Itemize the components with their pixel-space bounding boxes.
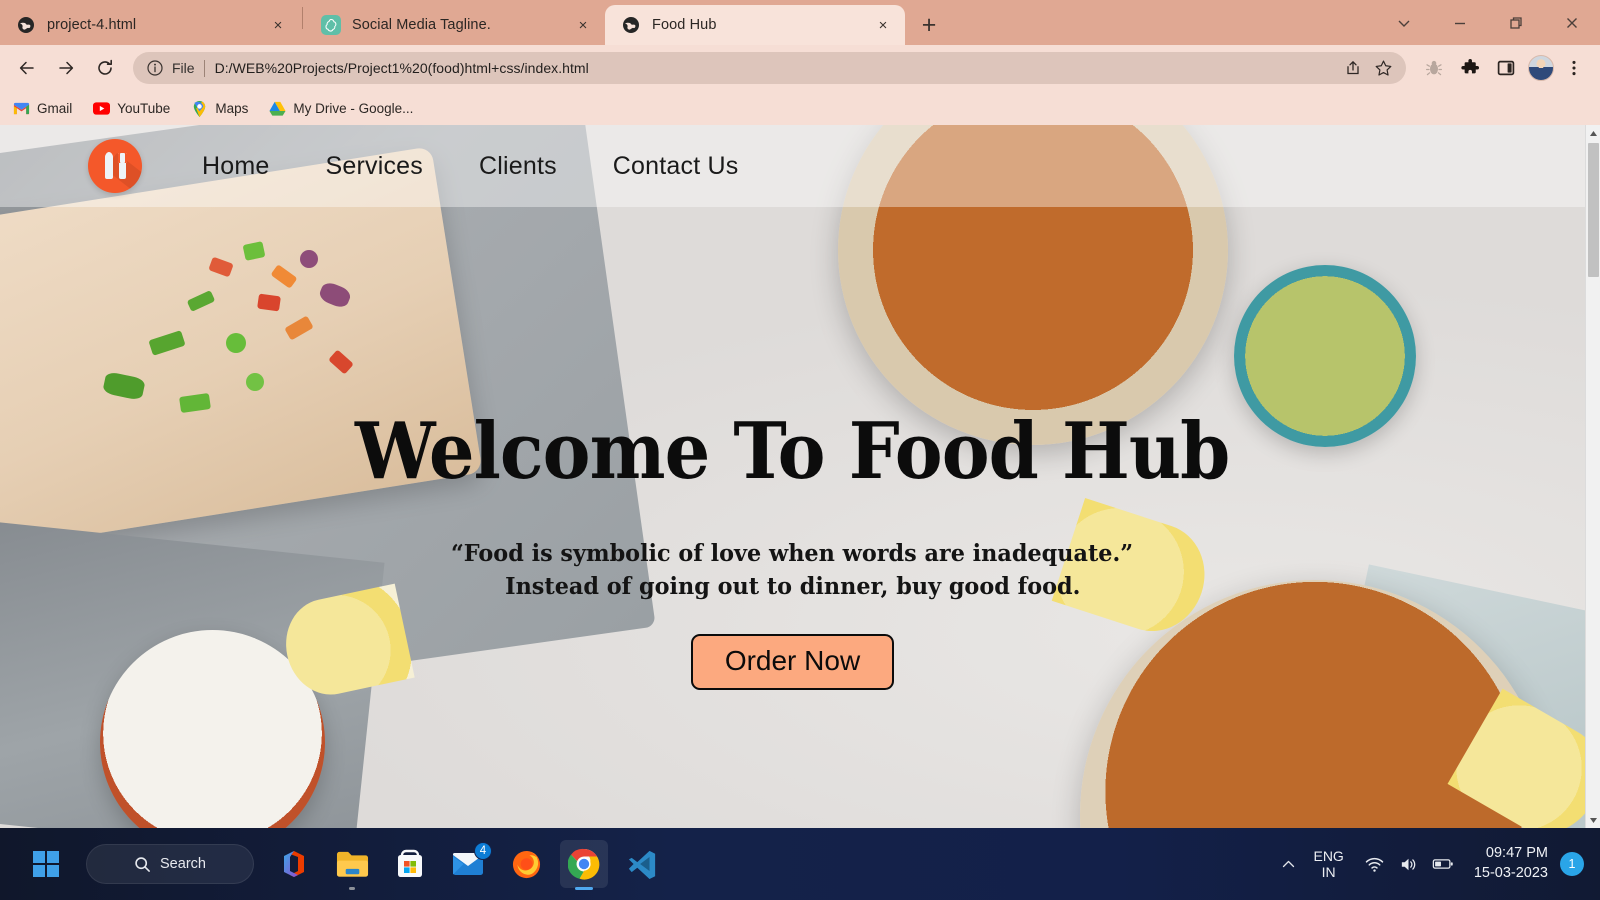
hero-subtitle-line-2: Instead of going out to dinner, buy good… xyxy=(504,572,1081,601)
bookmarks-bar: Gmail YouTube Maps My Drive - Google... xyxy=(0,91,1600,125)
tab-title: Social Media Tagline. xyxy=(352,17,491,33)
maps-icon xyxy=(191,100,208,117)
language-indicator[interactable]: ENG IN xyxy=(1313,848,1343,880)
minimize-icon[interactable] xyxy=(1432,0,1488,45)
order-now-button[interactable]: Order Now xyxy=(690,633,895,690)
tab-project-4[interactable]: project-4.html × xyxy=(0,5,300,45)
language-line-1: ENG xyxy=(1313,847,1344,864)
tab-social-media-tagline[interactable]: Social Media Tagline. × xyxy=(305,5,605,45)
tab-title: project-4.html xyxy=(47,17,137,33)
office-icon[interactable] xyxy=(270,840,318,888)
vscode-icon[interactable] xyxy=(618,840,666,888)
browser-toolbar: File D:/WEB%20Projects/Project1%20(food)… xyxy=(0,45,1600,91)
bookmark-label: Gmail xyxy=(37,100,73,116)
search-label: Search xyxy=(160,856,206,872)
gmail-icon xyxy=(13,100,30,117)
scroll-up-icon[interactable] xyxy=(1586,125,1600,141)
microsoft-store-icon[interactable] xyxy=(386,840,434,888)
mail-badge: 4 xyxy=(474,842,492,860)
bookmark-gmail[interactable]: Gmail xyxy=(13,100,72,117)
page-title: Welcome To Food Hub xyxy=(355,406,1230,497)
globe-icon xyxy=(16,15,36,35)
search-icon xyxy=(135,856,150,872)
clock-date: 15-03-2023 xyxy=(1473,865,1548,881)
language-line-2: IN xyxy=(1321,864,1336,880)
puzzle-icon[interactable] xyxy=(1454,52,1486,84)
system-tray: ENG IN 09:47 PM 15-03-2023 1 xyxy=(1271,840,1584,888)
file-explorer-icon[interactable] xyxy=(328,840,376,888)
tab-title: Food Hub xyxy=(652,17,717,33)
windows-taskbar: Search 4 ENG IN 09:47 PM 15-03-2023 1 xyxy=(0,828,1600,900)
hero-section: Welcome To Food Hub “Food is symbolic of… xyxy=(0,125,1585,828)
drive-icon xyxy=(269,100,286,117)
info-icon[interactable] xyxy=(146,59,164,77)
wifi-icon[interactable] xyxy=(1358,840,1392,888)
url-scheme-label: File xyxy=(172,60,195,76)
search-input[interactable]: Search xyxy=(86,844,254,884)
forward-arrow-icon[interactable] xyxy=(49,51,83,85)
close-icon[interactable]: × xyxy=(871,13,895,37)
show-hidden-icons-icon[interactable] xyxy=(1271,840,1305,888)
bug-icon[interactable] xyxy=(1418,52,1450,84)
notification-badge[interactable]: 1 xyxy=(1560,852,1584,876)
page-scrollbar[interactable] xyxy=(1585,125,1600,828)
restore-icon[interactable] xyxy=(1488,0,1544,45)
taskbar-items: Search 4 xyxy=(22,840,676,888)
side-panel-icon[interactable] xyxy=(1490,52,1522,84)
address-bar[interactable]: File D:/WEB%20Projects/Project1%20(food)… xyxy=(133,52,1406,84)
url-divider xyxy=(203,59,205,77)
volume-icon[interactable] xyxy=(1392,840,1426,888)
youtube-icon xyxy=(93,100,111,117)
tab-divider xyxy=(302,7,303,29)
bookmark-label: YouTube xyxy=(117,100,171,116)
scrollbar-thumb[interactable] xyxy=(1588,143,1599,277)
window-controls xyxy=(1376,0,1600,45)
share-icon[interactable] xyxy=(1338,53,1368,83)
url-text: D:/WEB%20Projects/Project1%20(food)html+… xyxy=(214,60,589,76)
omnibox-actions xyxy=(1338,53,1398,83)
bookmark-maps[interactable]: Maps xyxy=(191,100,248,117)
page-viewport: Home Services Clients Contact Us Welcome… xyxy=(0,125,1600,828)
scroll-down-icon[interactable] xyxy=(1586,812,1600,828)
new-tab-button[interactable]: + xyxy=(911,7,947,43)
chrome-browser-window: project-4.html × Social Media Tagline. ×… xyxy=(0,0,1600,828)
hero-subtitle-line-1: “Food is symbolic of love when words are… xyxy=(451,539,1134,567)
close-icon[interactable]: × xyxy=(266,13,290,37)
firefox-icon[interactable] xyxy=(502,840,550,888)
star-icon[interactable] xyxy=(1368,53,1398,83)
reload-icon[interactable] xyxy=(88,51,122,85)
bookmark-my-drive[interactable]: My Drive - Google... xyxy=(269,100,413,117)
globe-icon xyxy=(621,15,641,35)
food-hub-page: Home Services Clients Contact Us Welcome… xyxy=(0,125,1585,828)
close-icon[interactable]: × xyxy=(571,13,595,37)
chatgpt-icon xyxy=(321,15,341,35)
bookmark-label: My Drive - Google... xyxy=(293,100,414,116)
battery-icon[interactable] xyxy=(1426,840,1460,888)
clock-time: 09:47 PM xyxy=(1485,845,1548,862)
clock[interactable]: 09:47 PM 15-03-2023 xyxy=(1474,844,1548,883)
tab-food-hub[interactable]: Food Hub × xyxy=(605,5,905,45)
mail-icon[interactable]: 4 xyxy=(444,840,492,888)
bookmark-label: Maps xyxy=(215,100,249,116)
three-dot-menu-icon[interactable] xyxy=(1558,52,1590,84)
back-arrow-icon[interactable] xyxy=(10,51,44,85)
chrome-icon[interactable] xyxy=(560,840,608,888)
tab-search-icon[interactable] xyxy=(1376,0,1432,45)
windows-start-icon[interactable] xyxy=(22,840,70,888)
avatar[interactable] xyxy=(1528,55,1554,81)
close-icon[interactable] xyxy=(1544,0,1600,45)
tab-strip: project-4.html × Social Media Tagline. ×… xyxy=(0,0,1600,45)
bookmark-youtube[interactable]: YouTube xyxy=(93,100,170,117)
